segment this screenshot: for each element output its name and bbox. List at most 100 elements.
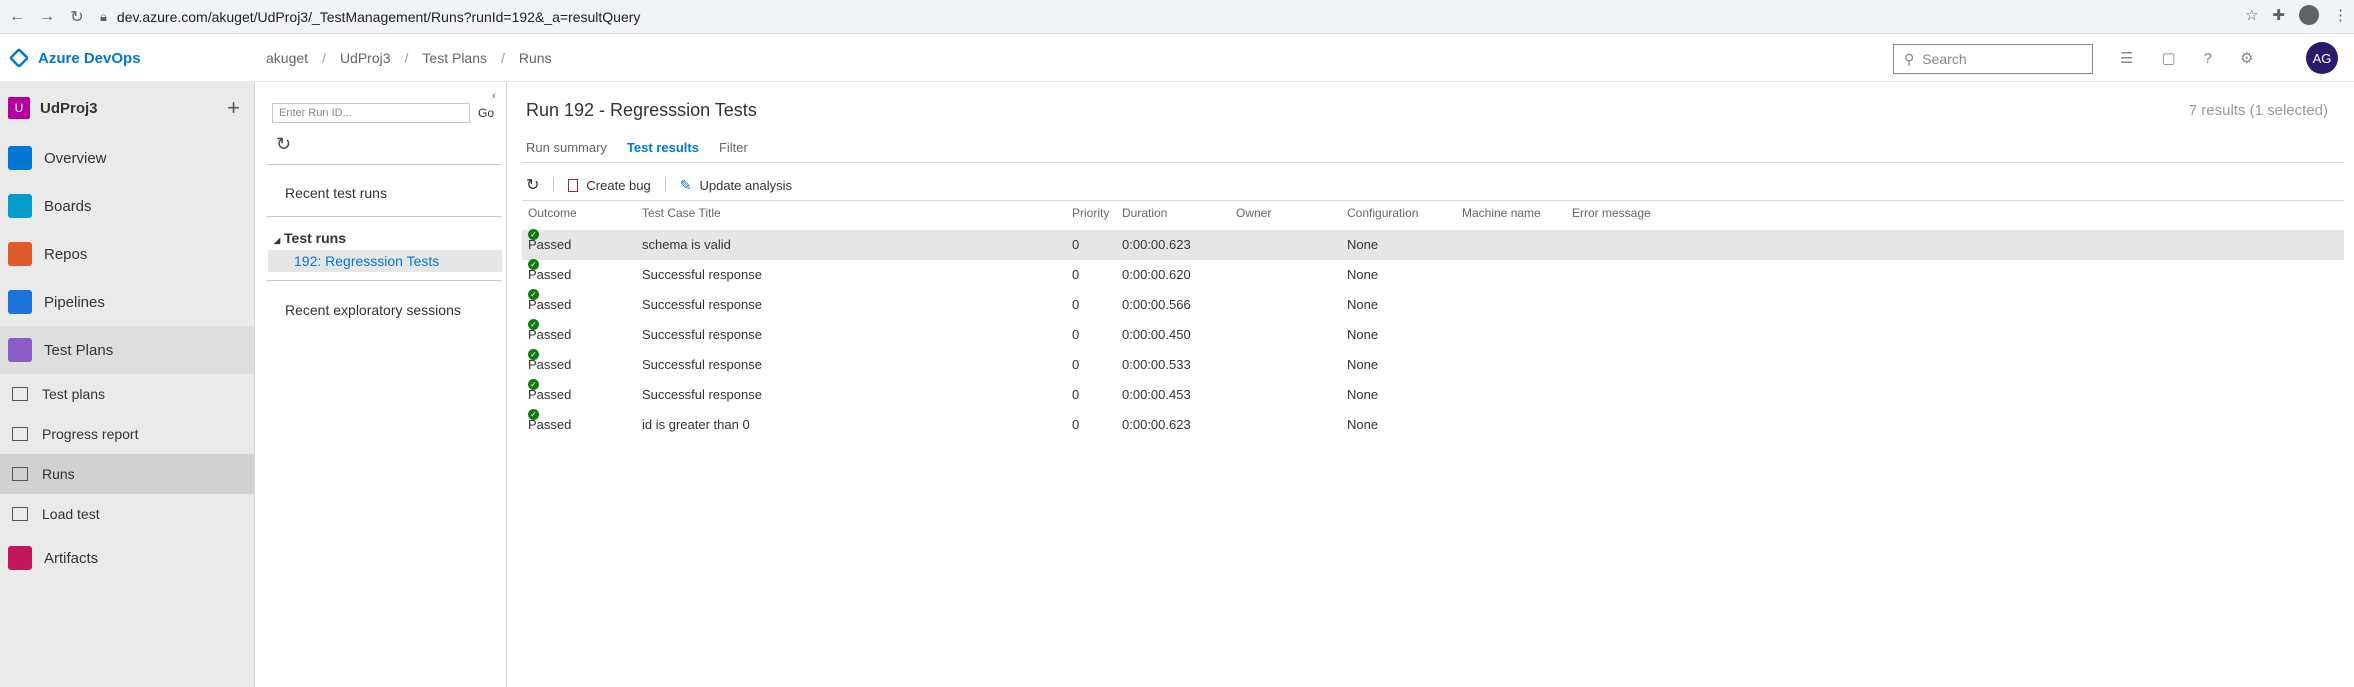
star-icon[interactable]: ☆ [2245,6,2258,24]
table-row[interactable]: ✓ Passed id is greater than 0 0 0:00:00.623 N… [522,409,2344,440]
pencil-icon: ✎ [679,176,692,193]
divider [266,216,502,217]
pipelines-icon [8,290,32,314]
configuration-cell: None [1347,387,1379,402]
duration-cell: 0:00:00.453 [1122,387,1191,402]
project-name: UdProj3 [40,99,98,117]
breadcrumb-project[interactable]: UdProj3 [340,50,391,66]
project-selector[interactable]: U UdProj3 + [0,82,254,134]
search-icon: ⚲ [1904,50,1915,67]
title-cell: Successful response [642,267,762,282]
table-row[interactable]: ✓ Passed Successful response 0 0:00:00.450 No… [522,319,2344,350]
divider [266,164,502,165]
column-outcome[interactable]: Outcome [528,206,577,220]
list-icon[interactable]: ☰ [2120,49,2133,67]
priority-cell: 0 [1072,267,1080,282]
sidebar-subitem-load-test[interactable]: Load test [0,494,254,534]
sidebar-item-boards[interactable]: Boards [0,182,254,230]
sidebar-item-pipelines[interactable]: Pipelines [0,278,254,326]
recent-exploratory-sessions-link[interactable]: Recent exploratory sessions [285,302,461,318]
table-row[interactable]: ✓ Passed schema is valid 0 0:00:00.623 None [522,229,2344,260]
create-bug-button[interactable]: Create bug [568,178,651,193]
search-input[interactable]: ⚲ Search [1893,44,2093,74]
results-count: 7 results (1 selected) [2188,102,2328,119]
sidebar-subitem-test-plans[interactable]: Test plans [0,374,254,414]
sidebar-item-label: Repos [44,245,88,263]
progress-report-icon [12,427,28,441]
boards-icon [8,194,32,218]
sidebar-item-overview[interactable]: Overview [0,134,254,182]
priority-cell: 0 [1072,387,1080,402]
sidebar-subitem-runs[interactable]: Runs [0,454,254,494]
column-priority[interactable]: Priority [1072,206,1109,220]
breadcrumb-org[interactable]: akuget [266,50,308,66]
refresh-icon[interactable]: ↻ [526,175,539,195]
sidebar-subitem-label: Load test [42,506,100,522]
menu-icon[interactable]: ⋮ [2333,6,2348,24]
column-owner[interactable]: Owner [1236,206,1271,220]
sidebar-subitem-progress-report[interactable]: Progress report [0,414,254,454]
brand[interactable]: Azure DevOps [8,34,141,82]
breadcrumb: akuget / UdProj3 / Test Plans / Runs [266,50,552,66]
lock-icon: 🔒︎ [100,9,107,24]
refresh-icon[interactable]: ↻ [276,134,291,155]
tab-run-summary[interactable]: Run summary [526,140,607,155]
user-settings-icon[interactable]: ⚙ [2240,49,2253,67]
title-cell: Successful response [642,327,762,342]
table-row[interactable]: ✓ Passed Successful response 0 0:00:00.453 No… [522,379,2344,410]
column-duration[interactable]: Duration [1122,206,1167,220]
configuration-cell: None [1347,297,1379,312]
artifacts-icon [8,546,32,570]
priority-cell: 0 [1072,327,1080,342]
marketplace-bag-icon[interactable]: ▢ [2161,49,2175,67]
run-item-192[interactable]: 192: Regresssion Tests [268,250,502,272]
go-button[interactable]: Go [478,103,494,123]
duration-cell: 0:00:00.566 [1122,297,1191,312]
column-machine-name[interactable]: Machine name [1462,206,1541,220]
column-configuration[interactable]: Configuration [1347,206,1418,220]
run-id-input[interactable]: Enter Run ID... [272,103,470,123]
reload-icon[interactable]: ↻ [64,4,90,30]
passed-check-icon: ✓ [528,259,539,270]
tab-test-results[interactable]: Test results [627,140,699,155]
collapse-panel-icon[interactable]: ‹ [492,90,496,102]
sidebar-item-repos[interactable]: Repos [0,230,254,278]
outcome-cell: ✓ Passed [528,229,572,252]
sidebar-item-artifacts[interactable]: Artifacts [0,534,254,582]
sidebar-item-label: Test Plans [44,341,114,359]
address-bar[interactable]: 🔒︎ dev.azure.com/akuget/UdProj3/_TestMan… [100,4,2230,30]
profile-icon[interactable] [2299,5,2319,25]
back-icon[interactable]: ← [4,4,30,30]
column-error-message[interactable]: Error message [1572,206,1651,220]
priority-cell: 0 [1072,357,1080,372]
passed-check-icon: ✓ [528,349,539,360]
breadcrumb-runs[interactable]: Runs [519,50,552,66]
priority-cell: 0 [1072,417,1080,432]
priority-cell: 0 [1072,237,1080,252]
configuration-cell: None [1347,327,1379,342]
column-title[interactable]: Test Case Title [642,206,721,220]
recent-test-runs-link[interactable]: Recent test runs [285,185,387,201]
table-row[interactable]: ✓ Passed Successful response 0 0:00:00.533 No… [522,349,2344,380]
priority-cell: 0 [1072,297,1080,312]
extensions-icon[interactable]: ✚ [2272,6,2285,24]
avatar[interactable]: AG [2306,42,2338,74]
test-plans-icon [12,387,28,401]
configuration-cell: None [1347,237,1379,252]
main-content: Run 192 - Regresssion Tests 7 results (1… [508,82,2354,687]
table-row[interactable]: ✓ Passed Successful response 0 0:00:00.620 No… [522,259,2344,290]
plus-icon[interactable]: + [227,95,240,121]
load-test-grid-icon [12,507,28,521]
test-runs-node[interactable]: ◢ Test runs [274,230,346,246]
outcome-cell: ✓ Passed [528,319,572,342]
help-icon[interactable]: ? [2204,50,2212,67]
outcome-cell: ✓ Passed [528,379,572,402]
configuration-cell: None [1347,417,1379,432]
breadcrumb-test-plans[interactable]: Test Plans [422,50,487,66]
sidebar-item-test-plans[interactable]: Test Plans [0,326,254,374]
tab-filter[interactable]: Filter [719,140,748,155]
passed-check-icon: ✓ [528,379,539,390]
table-row[interactable]: ✓ Passed Successful response 0 0:00:00.566 No… [522,289,2344,320]
forward-icon[interactable]: → [34,4,60,30]
update-analysis-button[interactable]: ✎ Update analysis [680,177,792,194]
